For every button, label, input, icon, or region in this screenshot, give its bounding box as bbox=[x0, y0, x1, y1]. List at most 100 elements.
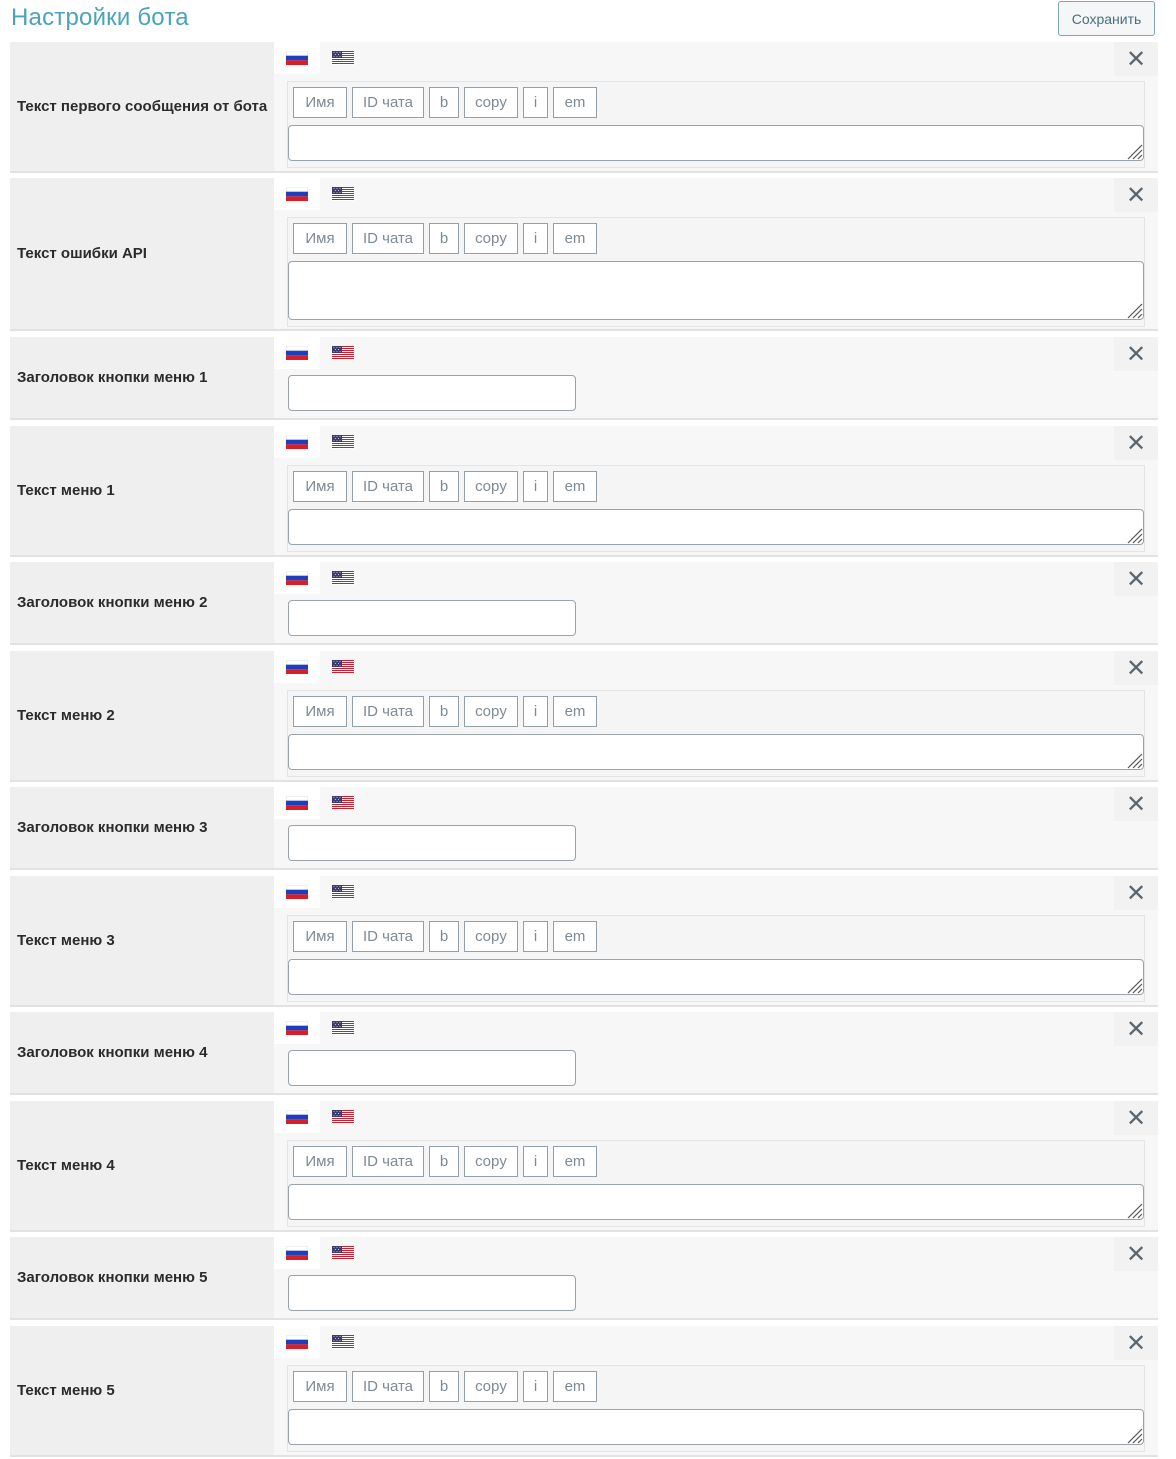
tab-lang-en[interactable] bbox=[320, 1237, 366, 1269]
tab-lang-ru[interactable] bbox=[274, 1101, 320, 1133]
em-button[interactable]: em bbox=[553, 696, 597, 727]
close-icon[interactable]: ✕ bbox=[1114, 1326, 1158, 1360]
button-title-input[interactable] bbox=[288, 1050, 576, 1086]
em-button[interactable]: em bbox=[553, 87, 597, 118]
tab-lang-en[interactable] bbox=[320, 178, 366, 210]
message-textarea[interactable] bbox=[288, 734, 1144, 770]
resize-handle-icon[interactable] bbox=[1123, 1199, 1143, 1219]
bold-button[interactable]: b bbox=[429, 1371, 459, 1402]
save-button[interactable]: Сохранить bbox=[1058, 1, 1155, 36]
bold-button[interactable]: b bbox=[429, 223, 459, 254]
bold-button[interactable]: b bbox=[429, 471, 459, 502]
copy-button[interactable]: copy bbox=[464, 1371, 518, 1402]
button-title-input[interactable] bbox=[288, 600, 576, 636]
copy-button[interactable]: copy bbox=[464, 696, 518, 727]
chat-id-button[interactable]: ID чата bbox=[352, 223, 424, 254]
copy-button[interactable]: copy bbox=[464, 87, 518, 118]
copy-button[interactable]: copy bbox=[464, 471, 518, 502]
close-icon[interactable]: ✕ bbox=[1114, 562, 1158, 596]
chat-id-button[interactable]: ID чата bbox=[352, 921, 424, 952]
resize-handle-icon[interactable] bbox=[1123, 524, 1143, 544]
tab-lang-en[interactable] bbox=[320, 651, 366, 683]
italic-button[interactable]: i bbox=[523, 223, 548, 254]
name-button[interactable]: Имя bbox=[293, 223, 347, 254]
resize-handle-icon[interactable] bbox=[1123, 140, 1143, 160]
field-label: Текст меню 1 bbox=[10, 426, 274, 555]
button-title-input[interactable] bbox=[288, 375, 576, 411]
chat-id-button[interactable]: ID чата bbox=[352, 1146, 424, 1177]
bold-button[interactable]: b bbox=[429, 1146, 459, 1177]
chat-id-button[interactable]: ID чата bbox=[352, 471, 424, 502]
tab-lang-ru[interactable] bbox=[274, 42, 320, 74]
em-button[interactable]: em bbox=[553, 1371, 597, 1402]
close-icon[interactable]: ✕ bbox=[1114, 876, 1158, 910]
close-icon[interactable]: ✕ bbox=[1114, 42, 1158, 76]
name-button[interactable]: Имя bbox=[293, 87, 347, 118]
close-icon[interactable]: ✕ bbox=[1114, 787, 1158, 821]
tab-lang-ru[interactable] bbox=[274, 876, 320, 908]
tab-lang-en[interactable] bbox=[320, 1012, 366, 1044]
name-button[interactable]: Имя bbox=[293, 1371, 347, 1402]
em-button[interactable]: em bbox=[553, 471, 597, 502]
tab-lang-ru[interactable] bbox=[274, 1012, 320, 1044]
close-icon[interactable]: ✕ bbox=[1114, 178, 1158, 212]
message-textarea[interactable] bbox=[288, 261, 1144, 320]
tab-lang-en[interactable] bbox=[320, 876, 366, 908]
bold-button[interactable]: b bbox=[429, 921, 459, 952]
italic-button[interactable]: i bbox=[523, 921, 548, 952]
message-textarea[interactable] bbox=[288, 125, 1144, 161]
copy-button[interactable]: copy bbox=[464, 921, 518, 952]
tab-lang-ru[interactable] bbox=[274, 426, 320, 458]
tab-lang-en[interactable] bbox=[320, 337, 366, 369]
em-button[interactable]: em bbox=[553, 921, 597, 952]
tab-lang-en[interactable] bbox=[320, 1101, 366, 1133]
em-button[interactable]: em bbox=[553, 223, 597, 254]
chat-id-button[interactable]: ID чата bbox=[352, 696, 424, 727]
bold-button[interactable]: b bbox=[429, 696, 459, 727]
name-button[interactable]: Имя bbox=[293, 1146, 347, 1177]
button-title-input[interactable] bbox=[288, 1275, 576, 1311]
tab-lang-ru[interactable] bbox=[274, 562, 320, 594]
bold-button[interactable]: b bbox=[429, 87, 459, 118]
resize-handle-icon[interactable] bbox=[1123, 299, 1143, 319]
chat-id-button[interactable]: ID чата bbox=[352, 87, 424, 118]
setting-row: Текст меню 5 ✕ Имя ID чата b copy i em bbox=[10, 1326, 1158, 1457]
tab-lang-en[interactable] bbox=[320, 426, 366, 458]
close-icon[interactable]: ✕ bbox=[1114, 651, 1158, 685]
tab-lang-en[interactable] bbox=[320, 562, 366, 594]
chat-id-button[interactable]: ID чата bbox=[352, 1371, 424, 1402]
name-button[interactable]: Имя bbox=[293, 471, 347, 502]
button-title-input[interactable] bbox=[288, 825, 576, 861]
tab-lang-ru[interactable] bbox=[274, 1326, 320, 1358]
close-icon[interactable]: ✕ bbox=[1114, 337, 1158, 371]
italic-button[interactable]: i bbox=[523, 1371, 548, 1402]
close-icon[interactable]: ✕ bbox=[1114, 1237, 1158, 1271]
resize-handle-icon[interactable] bbox=[1123, 749, 1143, 769]
tab-lang-ru[interactable] bbox=[274, 651, 320, 683]
tab-lang-ru[interactable] bbox=[274, 787, 320, 819]
name-button[interactable]: Имя bbox=[293, 696, 347, 727]
tab-lang-en[interactable] bbox=[320, 42, 366, 74]
resize-handle-icon[interactable] bbox=[1123, 1424, 1143, 1444]
close-icon[interactable]: ✕ bbox=[1114, 1101, 1158, 1135]
message-textarea[interactable] bbox=[288, 959, 1144, 995]
message-textarea[interactable] bbox=[288, 1409, 1144, 1445]
tab-lang-en[interactable] bbox=[320, 1326, 366, 1358]
italic-button[interactable]: i bbox=[523, 696, 548, 727]
copy-button[interactable]: copy bbox=[464, 1146, 518, 1177]
italic-button[interactable]: i bbox=[523, 1146, 548, 1177]
italic-button[interactable]: i bbox=[523, 87, 548, 118]
tab-lang-ru[interactable] bbox=[274, 337, 320, 369]
resize-handle-icon[interactable] bbox=[1123, 974, 1143, 994]
tab-lang-en[interactable] bbox=[320, 787, 366, 819]
em-button[interactable]: em bbox=[553, 1146, 597, 1177]
copy-button[interactable]: copy bbox=[464, 223, 518, 254]
message-textarea[interactable] bbox=[288, 1184, 1144, 1220]
close-icon[interactable]: ✕ bbox=[1114, 426, 1158, 460]
italic-button[interactable]: i bbox=[523, 471, 548, 502]
name-button[interactable]: Имя bbox=[293, 921, 347, 952]
message-textarea[interactable] bbox=[288, 509, 1144, 545]
tab-lang-ru[interactable] bbox=[274, 1237, 320, 1269]
tab-lang-ru[interactable] bbox=[274, 178, 320, 210]
close-icon[interactable]: ✕ bbox=[1114, 1012, 1158, 1046]
